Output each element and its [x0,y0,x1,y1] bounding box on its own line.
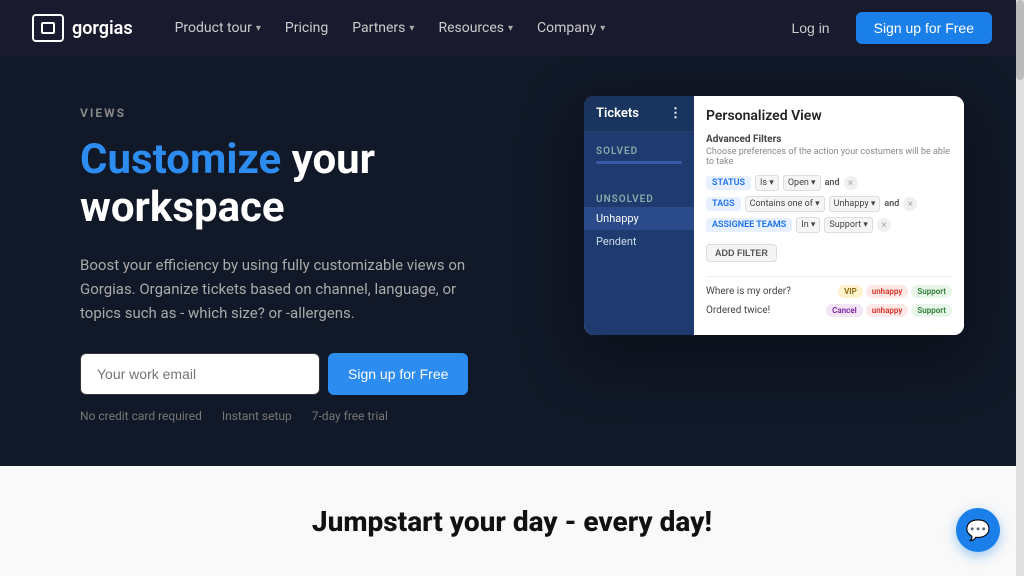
nav-item-resources[interactable]: Resources ▾ [428,12,523,44]
result-row-1: Where is my order? VIP unhappy Support [706,285,952,298]
result-tags-1: VIP unhappy Support [838,285,952,298]
logo[interactable]: gorgias [32,14,133,42]
result-tags-2: Cancel unhappy Support [826,304,952,317]
email-input[interactable] [80,353,320,395]
form-notes: No credit card required Instant setup 7-… [80,409,560,423]
form-note-3: 7-day free trial [312,409,388,423]
views-label: VIEWS [80,106,560,120]
bottom-title: Jumpstart your day - every day! [312,505,712,538]
hero-right: Tickets ⋮ Solved Unsolved Unhappy Penden… [560,96,964,335]
hero-section: VIEWS Customize your workspace Boost you… [0,56,1024,466]
tag-unhappy-2: unhappy [866,304,909,317]
advanced-filters-label: Advanced Filters [706,134,952,145]
filters-subtitle: Choose preferences of the action your co… [706,147,952,167]
nav-links: Product tour ▾ Pricing Partners ▾ Resour… [165,12,754,44]
cta-signup-button[interactable]: Sign up for Free [328,353,468,395]
nav-item-company[interactable]: Company ▾ [527,12,615,44]
sidebar-item-pendent[interactable]: Pendent [584,230,694,253]
tickets-label: Tickets [596,106,639,121]
remove-filter-3[interactable]: × [877,218,891,232]
logo-text: gorgias [72,18,133,39]
nav-actions: Log in Sign up for Free [777,12,992,44]
tag-support-2: Support [911,304,952,317]
result-label-1: Where is my order? [706,286,791,297]
assignee-value[interactable]: Support ▾ [824,217,873,233]
chevron-down-icon: ▾ [600,23,605,34]
status-operator[interactable]: Is ▾ [755,175,779,191]
mockup-sidebar: Tickets ⋮ Solved Unsolved Unhappy Penden… [584,96,694,335]
sidebar-item-unhappy[interactable]: Unhappy [584,207,694,230]
filter-row-tags: TAGS Contains one of ▾ Unhappy ▾ and × [706,196,952,212]
assignee-tag: ASSIGNEE TEAMS [706,218,792,232]
and-connector-1: and [825,178,840,188]
solved-label: Solved [584,142,694,159]
sidebar-solved-section: Solved [584,132,694,180]
tag-cancel: Cancel [826,304,863,317]
chat-button[interactable]: 💬 [956,508,1000,552]
email-form: Sign up for Free [80,353,560,395]
nav-item-partners[interactable]: Partners ▾ [342,12,424,44]
chevron-down-icon: ▾ [409,23,414,34]
filter-divider [706,276,952,277]
add-filter-button[interactable]: ADD FILTER [706,244,777,262]
hero-title-highlight: Customize [80,135,281,184]
unsolved-label: Unsolved [584,190,694,207]
nav-item-product-tour[interactable]: Product tour ▾ [165,12,271,44]
form-note-1: No credit card required [80,409,202,423]
mockup-main: Personalized View Advanced Filters Choos… [694,96,964,335]
nav-item-pricing[interactable]: Pricing [275,12,338,44]
tags-operator[interactable]: Contains one of ▾ [745,196,825,212]
remove-filter-2[interactable]: × [903,197,917,211]
result-row-2: Ordered twice! Cancel unhappy Support [706,304,952,317]
tags-value[interactable]: Unhappy ▾ [829,196,881,212]
chevron-down-icon: ▾ [256,23,261,34]
assignee-operator[interactable]: In ▾ [796,217,820,233]
hero-left: VIEWS Customize your workspace Boost you… [80,96,560,423]
filter-row-status: STATUS Is ▾ Open ▾ and × [706,175,952,191]
login-button[interactable]: Log in [777,13,843,43]
mockup-sidebar-header: Tickets ⋮ [584,96,694,132]
bottom-section: Jumpstart your day - every day! [0,466,1024,576]
tag-vip: VIP [838,285,863,298]
sidebar-unsolved-section: Unsolved Unhappy Pendent [584,180,694,263]
status-tag: STATUS [706,176,751,190]
result-label-2: Ordered twice! [706,305,770,316]
more-options-icon[interactable]: ⋮ [669,106,682,121]
personalized-view-title: Personalized View [706,108,952,124]
signup-button[interactable]: Sign up for Free [856,12,992,44]
hero-description: Boost your efficiency by using fully cus… [80,253,480,325]
remove-filter-1[interactable]: × [844,176,858,190]
mockup-container: Tickets ⋮ Solved Unsolved Unhappy Penden… [584,96,964,335]
filter-row-assignee: ASSIGNEE TEAMS In ▾ Support ▾ × [706,217,952,233]
chat-icon: 💬 [966,518,991,542]
hero-title: Customize your workspace [80,136,560,233]
chevron-down-icon: ▾ [508,23,513,34]
logo-icon [32,14,64,42]
form-note-2: Instant setup [222,409,292,423]
scrollbar[interactable] [1016,0,1024,576]
tag-unhappy-1: unhappy [866,285,909,298]
logo-inner-box [41,22,55,34]
status-value[interactable]: Open ▾ [783,175,821,191]
solved-bar [596,161,682,164]
and-connector-2: and [884,199,899,209]
tag-support-1: Support [911,285,952,298]
scrollbar-thumb[interactable] [1016,0,1024,80]
navbar: gorgias Product tour ▾ Pricing Partners … [0,0,1024,56]
tags-tag: TAGS [706,197,741,211]
